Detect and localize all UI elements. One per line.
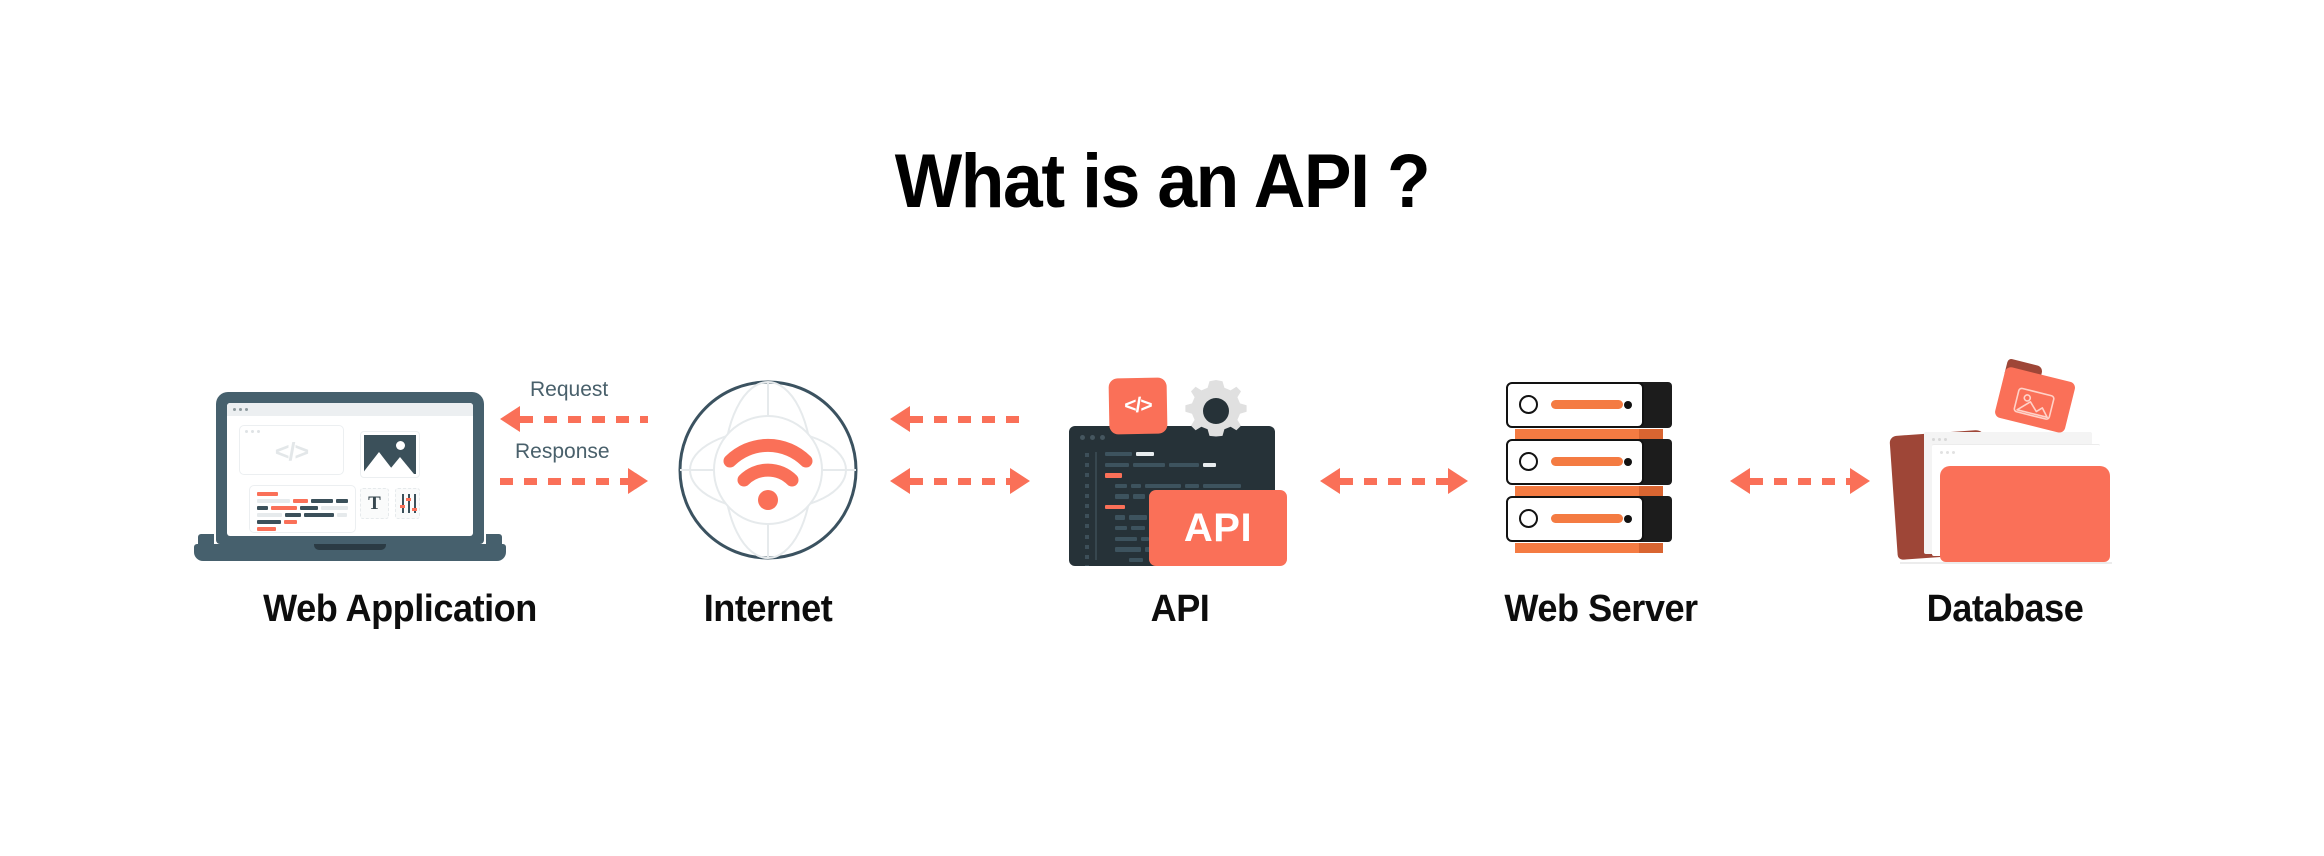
folder-stack-icon	[1880, 358, 2130, 570]
server-orange-strip	[1515, 429, 1663, 439]
arrow-internet-api-top	[890, 406, 1030, 432]
server-status-bar	[1551, 400, 1623, 409]
node-label-internet: Internet	[703, 588, 833, 630]
floating-folder-icon	[1993, 358, 2078, 434]
arrowhead-left-icon	[890, 406, 910, 432]
diagram-canvas: What is an API ? </> T Web Application I…	[0, 0, 2324, 856]
window-dots-icon	[1932, 438, 1947, 441]
server-unit	[1506, 382, 1672, 439]
node-label-api: API	[1150, 588, 1210, 630]
arrow-api-webserver	[1320, 468, 1468, 494]
node-api: </> API API	[1065, 370, 1295, 630]
server-indicator-dot	[1624, 515, 1632, 523]
server-orange-strip	[1515, 486, 1663, 496]
folder-front-panel	[1940, 466, 2110, 562]
arrow-dashed-line	[910, 477, 1010, 485]
node-web-server: Web Server	[1500, 370, 1698, 630]
window-dots-icon	[1940, 451, 1955, 454]
line-number-dots	[1085, 453, 1089, 566]
server-front-face	[1506, 439, 1644, 485]
sun-icon	[396, 441, 405, 450]
arrowhead-left-icon	[500, 406, 520, 432]
folder-body	[1993, 365, 2077, 434]
editor-gutter-rule	[1095, 452, 1097, 560]
laptop-lid: </> T	[216, 392, 484, 544]
node-database: Database	[1880, 358, 2130, 630]
server-indicator-dot	[1624, 401, 1632, 409]
laptop-screen: </> T	[227, 403, 473, 536]
text-lines-card	[249, 485, 356, 533]
arrow-label-response: Response	[515, 440, 610, 463]
server-orange-strip	[1515, 543, 1663, 553]
server-front-face	[1506, 382, 1644, 428]
arrowhead-right-icon	[1010, 468, 1030, 494]
arrow-group-webapp-internet: Request Response	[500, 370, 648, 494]
server-led-icon	[1519, 395, 1538, 414]
server-led-icon	[1519, 509, 1538, 528]
arrow-dashed-line	[910, 415, 1030, 423]
arrowhead-left-icon	[1320, 468, 1340, 494]
laptop-trackpad-notch	[314, 544, 386, 550]
arrowhead-right-icon	[1448, 468, 1468, 494]
code-brackets-badge: </>	[1108, 377, 1168, 435]
folder-shadow	[1900, 562, 2112, 564]
node-label-database: Database	[1926, 588, 2084, 630]
node-internet: Internet	[660, 370, 876, 630]
code-preview-card: </>	[239, 425, 344, 475]
arrow-group-api-webserver	[1320, 468, 1468, 496]
gear-icon	[1183, 378, 1249, 444]
arrow-internet-api-bottom	[890, 468, 1030, 494]
api-code-window-icon: </> API	[1065, 370, 1295, 570]
arrow-group-internet-api	[890, 406, 1030, 498]
server-unit	[1506, 439, 1672, 496]
page-title: What is an API ?	[894, 139, 1431, 224]
text-tool-icon: T	[360, 488, 389, 519]
server-status-bar	[1551, 457, 1623, 466]
server-front-face	[1506, 496, 1644, 542]
server-status-bar	[1551, 514, 1623, 523]
server-unit	[1506, 496, 1672, 553]
arrow-group-webserver-database	[1730, 468, 1870, 496]
arrow-response	[500, 468, 648, 494]
arrow-dashed-line	[500, 477, 628, 485]
api-label-panel: API	[1149, 490, 1287, 566]
mountain-shape	[386, 457, 414, 474]
api-flow-diagram: </> T Web Application Internet </> API A…	[0, 358, 2324, 630]
code-brackets-icon: </>	[274, 438, 309, 466]
node-label-web-server: Web Server	[1504, 588, 1698, 630]
arrow-webserver-database	[1730, 468, 1870, 494]
window-dots-icon	[245, 430, 260, 433]
sliders-tool-icon	[395, 488, 420, 519]
window-dots-icon	[1080, 435, 1105, 440]
arrow-label-request: Request	[530, 378, 609, 401]
image-placeholder-icon	[360, 431, 420, 478]
arrow-dashed-line	[520, 415, 648, 423]
browser-topbar	[227, 403, 473, 416]
node-label-web-application: Web Application	[263, 588, 537, 630]
server-rack-icon	[1500, 370, 1676, 570]
arrow-dashed-line	[1340, 477, 1448, 485]
image-file-icon	[2011, 385, 2057, 422]
server-indicator-dot	[1624, 458, 1632, 466]
globe-wifi-icon	[660, 370, 876, 570]
arrowhead-right-icon	[628, 468, 648, 494]
arrowhead-left-icon	[1730, 468, 1750, 494]
arrowhead-left-icon	[890, 468, 910, 494]
window-dots-icon	[233, 408, 248, 411]
server-led-icon	[1519, 452, 1538, 471]
arrowhead-right-icon	[1850, 468, 1870, 494]
laptop-base	[194, 544, 506, 561]
arrow-request	[500, 406, 648, 432]
arrow-dashed-line	[1750, 477, 1850, 485]
